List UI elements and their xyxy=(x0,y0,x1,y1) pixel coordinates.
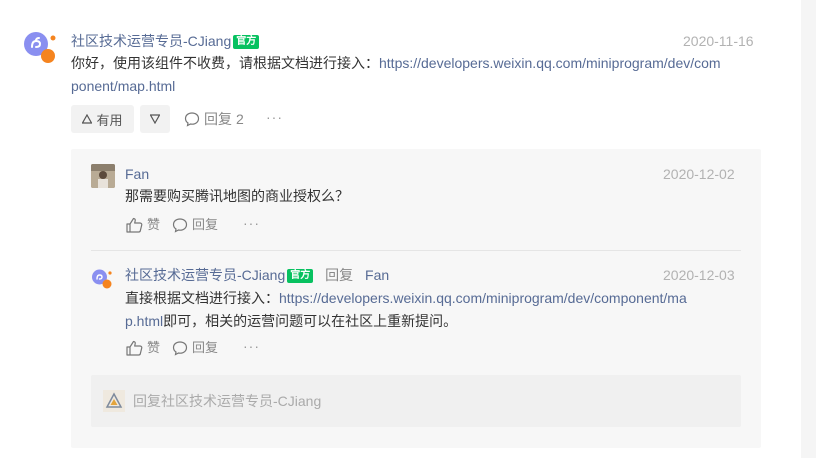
main-comment-author[interactable]: 社区技术运营专员-CJiang xyxy=(71,33,231,49)
main-comment-avatar[interactable] xyxy=(23,30,59,66)
reply2-like-button[interactable]: 赞 xyxy=(126,339,160,357)
official-badge: 官方 xyxy=(233,35,260,49)
reply1-more-button[interactable]: ··· xyxy=(243,215,260,231)
reply2-author[interactable]: 社区技术运营专员-CJiang xyxy=(125,267,285,283)
reply2-text: 直接根据文档进行接入：https://developers.weixin.qq.… xyxy=(125,287,750,333)
not-useful-button[interactable] xyxy=(140,105,170,133)
main-comment-text-prefix: 你好，使用该组件不收费，请根据文档进行接入： xyxy=(71,55,379,71)
thumbs-up-icon xyxy=(126,340,143,356)
replies-divider xyxy=(91,250,741,251)
comment-icon xyxy=(172,341,188,356)
reply1-like-label: 赞 xyxy=(147,217,161,232)
reply2-reply-button[interactable]: 回复 xyxy=(172,339,218,357)
reply2-avatar[interactable] xyxy=(91,268,113,290)
reply1-author[interactable]: Fan xyxy=(125,164,149,184)
main-comment-author-line: 社区技术运营专员-CJiang 官方 xyxy=(71,31,260,51)
reply1-reply-button[interactable]: 回复 xyxy=(172,216,218,234)
reply1-like-button[interactable]: 赞 xyxy=(126,216,160,234)
reply2-author-line: 社区技术运营专员-CJiang 官方 回复 Fan xyxy=(125,265,389,285)
useful-button[interactable]: 有用 xyxy=(71,105,134,133)
reply2-text-suffix: 即可，相关的运营问题可以在社区上重新提问。 xyxy=(163,313,458,329)
reply2-like-label: 赞 xyxy=(147,340,161,355)
comment-icon xyxy=(172,218,188,233)
main-more-button[interactable]: ··· xyxy=(266,109,283,125)
reply1-date: 2020-12-02 xyxy=(663,166,735,182)
main-reply-count: 2 xyxy=(236,111,244,127)
user-avatar-icon xyxy=(103,390,125,412)
reply2-reply-keyword: 回复 xyxy=(325,267,354,283)
reply1-text: 那需要购买腾讯地图的商业授权么？ xyxy=(125,188,349,204)
main-comment-text: 你好，使用该组件不收费，请根据文档进行接入：https://developers… xyxy=(71,52,766,98)
main-comment-date: 2020-11-16 xyxy=(683,33,754,49)
thumbs-up-icon xyxy=(126,217,143,233)
doc-link[interactable]: https://developers.weixin.qq.com/minipro… xyxy=(379,55,721,71)
reply1-reply-label: 回复 xyxy=(192,217,219,232)
reply2-doc-link-cont[interactable]: p.html xyxy=(125,313,163,329)
reply2-more-button[interactable]: ··· xyxy=(243,338,260,354)
comment-icon xyxy=(184,112,200,127)
scrollbar-track[interactable] xyxy=(801,0,816,458)
triangle-down-icon xyxy=(150,114,160,124)
miniprogram-logo-icon xyxy=(92,269,112,289)
official-badge: 官方 xyxy=(287,269,314,283)
doc-link-cont[interactable]: ponent/map.html xyxy=(71,78,175,94)
triangle-up-icon xyxy=(82,114,93,124)
reply-input[interactable]: 回复社区技术运营专员-CJiang xyxy=(91,375,741,427)
reply2-doc-link[interactable]: https://developers.weixin.qq.com/minipro… xyxy=(279,290,687,306)
user-photo-icon xyxy=(91,164,115,188)
reply2-reply-to[interactable]: Fan xyxy=(365,267,389,283)
reply2-date: 2020-12-03 xyxy=(663,267,735,283)
main-reply-button[interactable]: 回复 2 xyxy=(184,110,244,128)
reply1-avatar[interactable] xyxy=(91,164,115,188)
reply2-text-prefix: 直接根据文档进行接入： xyxy=(125,290,279,306)
reply2-reply-label: 回复 xyxy=(192,340,219,355)
miniprogram-logo-icon xyxy=(24,32,56,63)
main-reply-label: 回复 xyxy=(204,111,232,127)
useful-label: 有用 xyxy=(96,112,123,128)
reply-input-placeholder: 回复社区技术运营专员-CJiang xyxy=(133,393,322,409)
